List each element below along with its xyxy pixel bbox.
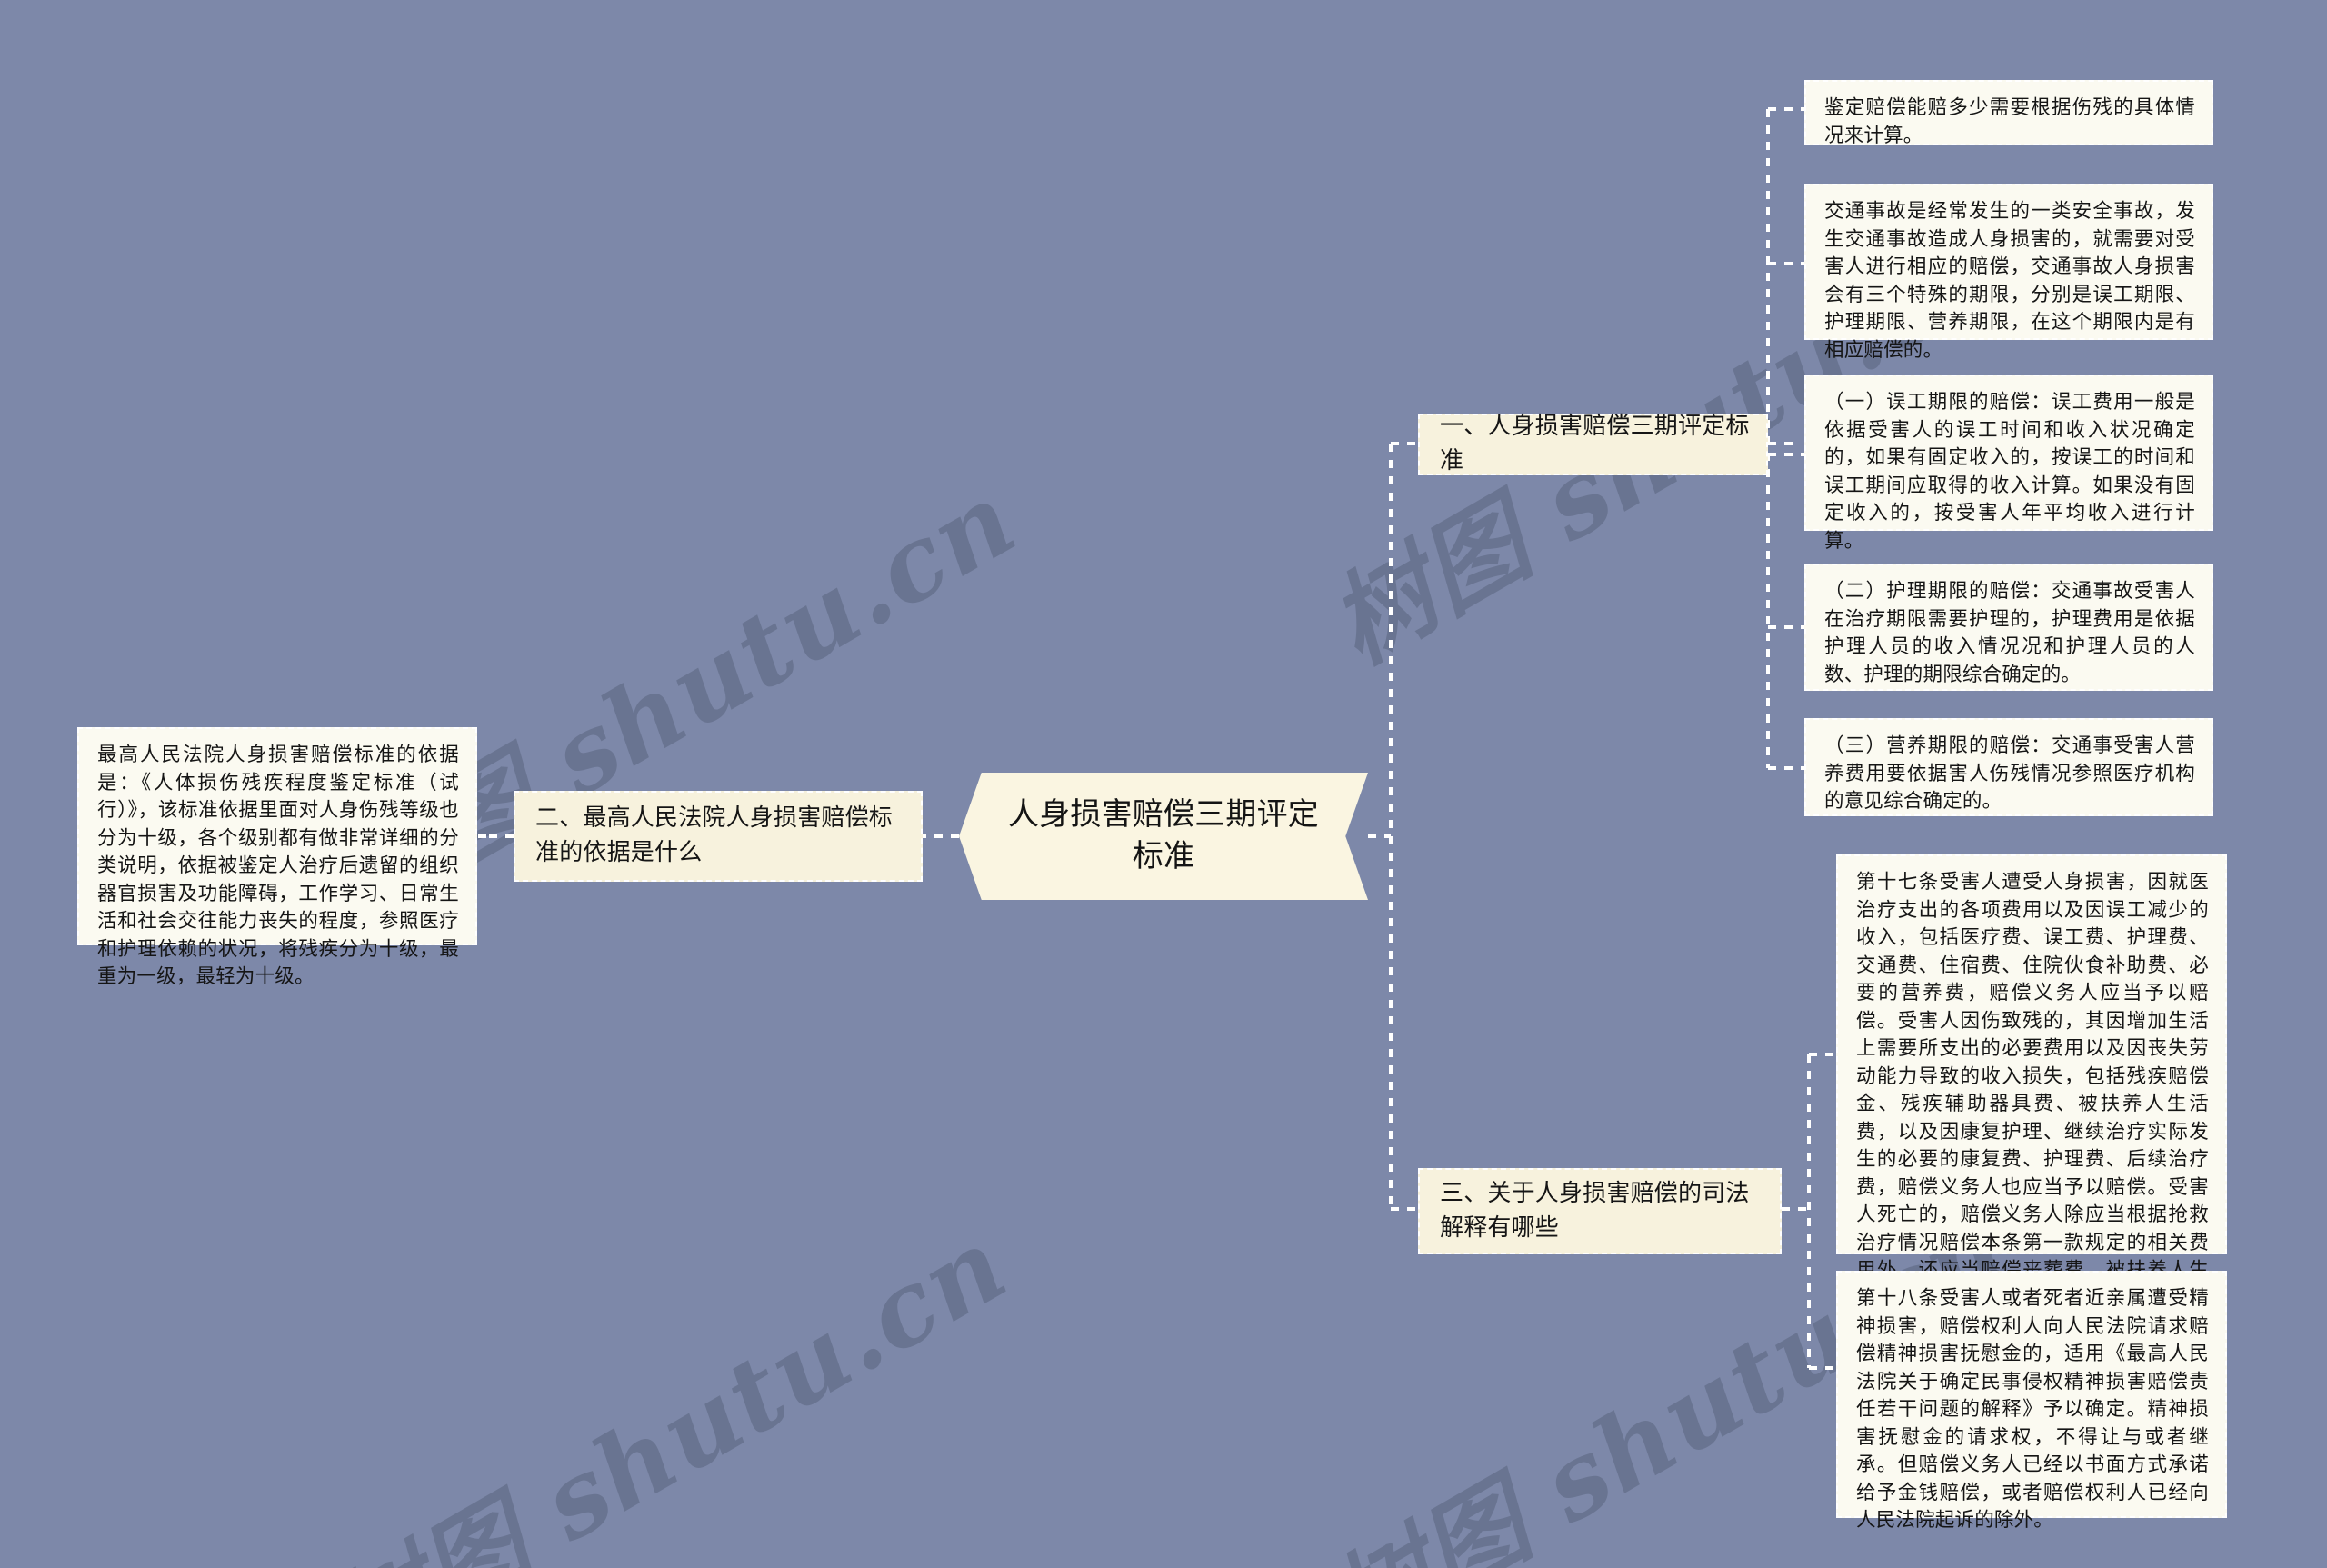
branch-node-1[interactable]: 一、人身损害赔偿三期评定标准 [1418, 413, 1768, 475]
leaf-node-1-2-text: 交通事故是经常发生的一类安全事故，发生交通事故造成人身损害的，就需要对受害人进行… [1824, 200, 2195, 362]
leaf-node-1-1[interactable]: 鉴定赔偿能赔多少需要根据伤残的具体情况来计算。 [1804, 80, 2213, 147]
leaf-node-1-3[interactable]: （一）误工期限的赔偿：误工费用一般是依据受害人的误工时间和收入状况确定的，如果有… [1804, 375, 2213, 553]
root-node-shape: 人身损害赔偿三期评定标准 [959, 773, 1368, 900]
branch-node-1-label: 一、人身损害赔偿三期评定标准 [1440, 413, 1750, 474]
leaf-node-1-4[interactable]: （二）护理期限的赔偿：交通事故受害人在治疗期限需要护理的，护理费用是依据护理人员… [1804, 564, 2213, 691]
leaf-node-2-1-text: 最高人民法院人身损害赔偿标准的依据是：《人体损伤残疾程度鉴定标准（试行）》，该标… [97, 744, 459, 989]
branch-node-3-label: 三、关于人身损害赔偿的司法解释有哪些 [1440, 1179, 1750, 1242]
leaf-node-3-1[interactable]: 第十七条受害人遭受人身损害，因就医治疗支出的各项费用以及因误工减少的收入，包括医… [1836, 854, 2227, 1365]
leaf-node-1-5-text: （三）营养期限的赔偿：交通事受害人营养费用要依据害人伤残情况参照医疗机构的意见综… [1824, 734, 2195, 814]
leaf-node-1-1-text: 鉴定赔偿能赔多少需要根据伤残的具体情况来计算。 [1824, 96, 2195, 147]
root-node-label: 人身损害赔偿三期评定标准 [1008, 796, 1319, 874]
leaf-node-3-2-text: 第十八条受害人或者死者近亲属遭受精神损害，赔偿权利人向人民法院请求赔偿精神损害抚… [1856, 1287, 2209, 1533]
leaf-node-1-4-text: （二）护理期限的赔偿：交通事故受害人在治疗期限需要护理的，护理费用是依据护理人员… [1824, 580, 2195, 686]
branch-node-3[interactable]: 三、关于人身损害赔偿的司法解释有哪些 [1418, 1168, 1782, 1254]
leaf-node-2-1[interactable]: 最高人民法院人身损害赔偿标准的依据是：《人体损伤残疾程度鉴定标准（试行）》，该标… [77, 727, 477, 988]
root-node[interactable]: 人身损害赔偿三期评定标准 [959, 773, 1368, 900]
mindmap-canvas: 树图 shutu.cn 树图 shutu.cn 树图 shutu.cn 树图 s… [0, 0, 2327, 1568]
leaf-node-1-3-text: （一）误工期限的赔偿：误工费用一般是依据受害人的误工时间和收入状况确定的，如果有… [1824, 391, 2195, 553]
leaf-node-3-2[interactable]: 第十八条受害人或者死者近亲属遭受精神损害，赔偿权利人向人民法院请求赔偿精神损害抚… [1836, 1271, 2227, 1532]
leaf-node-1-5[interactable]: （三）营养期限的赔偿：交通事受害人营养费用要依据害人伤残情况参照医疗机构的意见综… [1804, 718, 2213, 816]
watermark: 树图 shutu.cn [311, 1204, 1027, 1568]
leaf-node-1-2[interactable]: 交通事故是经常发生的一类安全事故，发生交通事故造成人身损害的，就需要对受害人进行… [1804, 184, 2213, 362]
branch-node-2-label: 二、最高人民法院人身损害赔偿标准的依据是什么 [535, 804, 894, 866]
branch-node-2[interactable]: 二、最高人民法院人身损害赔偿标准的依据是什么 [514, 791, 923, 882]
